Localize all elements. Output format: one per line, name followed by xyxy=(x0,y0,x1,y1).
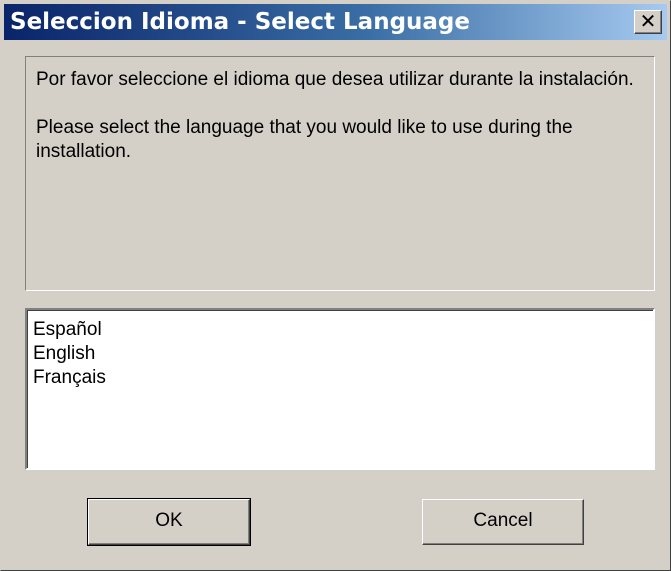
close-button[interactable]: ✕ xyxy=(634,10,662,34)
language-option-english[interactable]: English xyxy=(31,342,649,366)
message-panel: Por favor seleccione el idioma que desea… xyxy=(25,56,655,291)
ok-button[interactable]: OK xyxy=(87,498,251,546)
close-icon: ✕ xyxy=(639,9,657,33)
cancel-button[interactable]: Cancel xyxy=(422,499,584,545)
language-option-french[interactable]: Français xyxy=(31,366,649,390)
message-spanish: Por favor seleccione el idioma que desea… xyxy=(36,69,634,90)
language-dialog: Seleccion Idioma - Select Language ✕ Por… xyxy=(0,0,671,571)
message-english: Please select the language that you woul… xyxy=(36,117,573,162)
window-title: Seleccion Idioma - Select Language xyxy=(10,9,470,35)
language-option-spanish[interactable]: Español xyxy=(31,318,649,342)
title-bar[interactable]: Seleccion Idioma - Select Language ✕ xyxy=(4,4,667,40)
language-listbox[interactable]: Español English Français xyxy=(25,308,655,470)
